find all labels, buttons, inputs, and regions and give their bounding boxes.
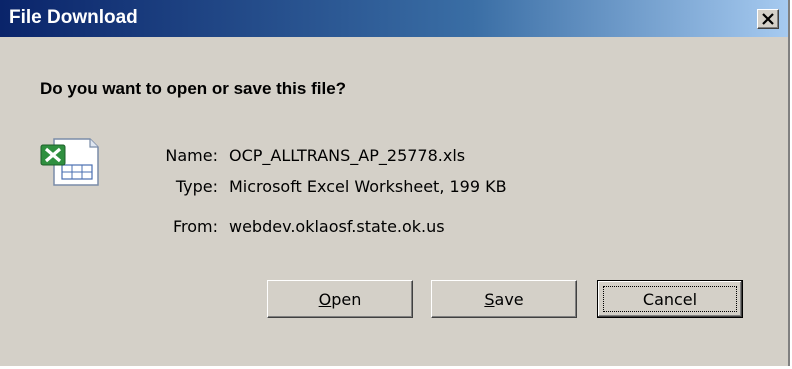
file-source-row: From: webdev.oklaosf.state.ok.us (0, 216, 792, 238)
open-button-label: Open (319, 290, 362, 309)
download-question: Do you want to open or save this file? (40, 79, 347, 98)
save-button-label: Save (484, 290, 523, 309)
file-source-value: webdev.oklaosf.state.ok.us (229, 217, 445, 236)
save-label-rest: ave (494, 289, 524, 309)
file-name-value: OCP_ALLTRANS_AP_25778.xls (229, 146, 466, 165)
open-label-rest: pen (331, 289, 362, 309)
open-mnemonic: O (318, 289, 332, 309)
file-download-dialog: File Download Do you want to open or sav… (0, 0, 790, 366)
type-label: Type: (175, 177, 218, 196)
close-button[interactable] (757, 9, 779, 29)
cancel-button-label: Cancel (642, 289, 698, 309)
from-label: From: (172, 217, 218, 236)
name-label: Name: (165, 146, 218, 165)
window-title: File Download (9, 7, 138, 28)
close-x-icon (762, 13, 774, 25)
open-button[interactable]: Open (267, 280, 413, 318)
save-mnemonic: S (484, 289, 495, 309)
title-bar[interactable]: File Download (0, 0, 788, 37)
file-name-row: Name: OCP_ALLTRANS_AP_25778.xls (0, 145, 792, 167)
file-type-row: Type: Microsoft Excel Worksheet, 199 KB (0, 176, 792, 198)
save-button[interactable]: Save (431, 280, 577, 318)
file-type-value: Microsoft Excel Worksheet, 199 KB (229, 177, 507, 196)
cancel-button[interactable]: Cancel (597, 280, 743, 318)
